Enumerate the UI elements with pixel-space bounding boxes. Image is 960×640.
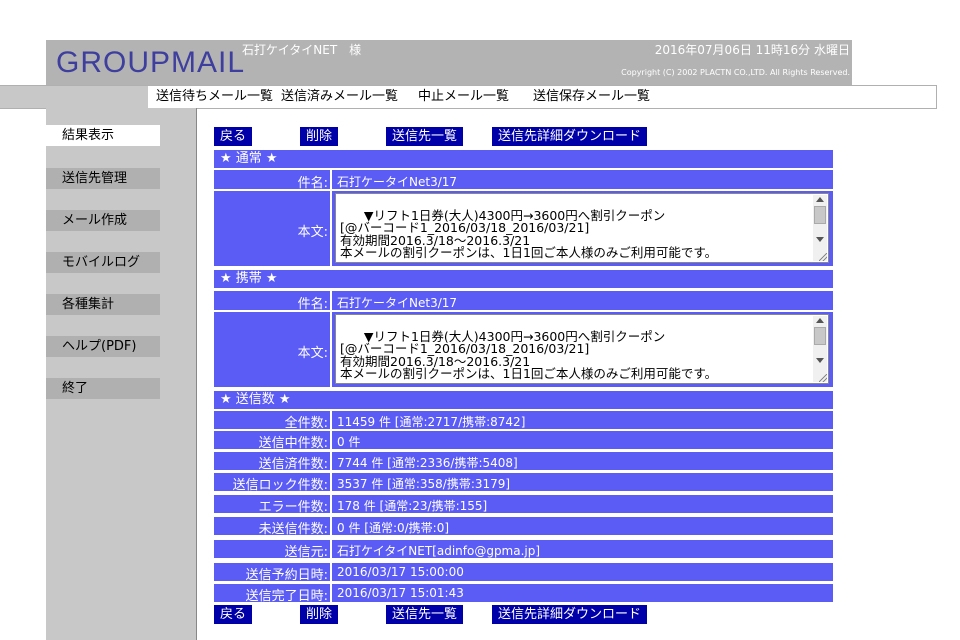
sender-row: 送信元: 石打ケイタイNET[adinfo@gpma.jp] <box>214 540 833 560</box>
count-value: 0 件 [通常:0/携帯:0] <box>337 521 450 535</box>
count-value: 0 件 <box>337 435 361 449</box>
normal-subject-value: 石打ケータイNet3/17 <box>337 175 458 189</box>
textarea-scrollbar[interactable] <box>813 195 827 261</box>
back-button[interactable]: 戻る <box>214 605 253 624</box>
company-name: 石打ケイタイNET 様 <box>242 43 362 57</box>
delete-button[interactable]: 削除 <box>300 605 339 624</box>
tab-pending-mail[interactable]: 送信待ちメール一覧 <box>156 89 273 105</box>
cell-divider <box>330 540 332 558</box>
scheduled-time-label: 送信予約日時: <box>245 568 328 583</box>
cell-divider <box>330 170 332 189</box>
count-label: 送信中件数: <box>258 436 328 451</box>
count-row: エラー件数: 178 件 [通常:23/携帯:155] <box>214 495 833 515</box>
recipient-list-button[interactable]: 送信先一覧 <box>386 605 464 624</box>
scheduled-time-row: 送信予約日時: 2016/03/17 15:00:00 <box>214 563 833 583</box>
section-heading-normal: ★ 通常 ★ <box>214 150 833 168</box>
cell-divider <box>330 291 332 310</box>
subject-label: 件名: <box>297 297 328 312</box>
scroll-up-icon[interactable] <box>816 318 824 323</box>
scroll-up-icon[interactable] <box>816 197 824 202</box>
cell-divider <box>330 452 332 470</box>
sidebar-item-compose[interactable]: メール作成 <box>46 210 160 231</box>
section-heading-mobile: ★ 携帯 ★ <box>214 270 833 288</box>
count-value: 178 件 [通常:23/携帯:155] <box>337 499 488 513</box>
count-row: 送信中件数: 0 件 <box>214 431 833 451</box>
sidebar-item-results[interactable]: 結果表示 <box>46 125 160 146</box>
sender-label: 送信元: <box>284 545 328 560</box>
cell-divider <box>330 563 332 581</box>
sidebar: 結果表示 送信先管理 メール作成 モバイルログ 各種集計 ヘルプ(PDF) 終了 <box>46 108 197 640</box>
cell-divider <box>330 584 332 602</box>
recipient-download-button[interactable]: 送信先詳細ダウンロード <box>492 127 648 146</box>
sender-value: 石打ケイタイNET[adinfo@gpma.jp] <box>337 544 541 558</box>
mobile-body-text: ▼リフト1日券(大人)4300円→3600円へ割引クーポン [@バーコード1_2… <box>340 328 718 381</box>
sidebar-item-exit[interactable]: 終了 <box>46 378 160 399</box>
recipient-list-button[interactable]: 送信先一覧 <box>386 127 464 146</box>
sidebar-item-recipients[interactable]: 送信先管理 <box>46 168 160 189</box>
completed-time-value: 2016/03/17 15:01:43 <box>337 586 464 600</box>
cell-divider <box>330 473 332 491</box>
normal-subject-row: 件名: 石打ケータイNet3/17 <box>214 170 833 191</box>
resize-handle-icon[interactable] <box>819 374 827 382</box>
scheduled-time-value: 2016/03/17 15:00:00 <box>337 565 464 579</box>
count-row: 未送信件数: 0 件 [通常:0/携帯:0] <box>214 517 833 537</box>
sidebar-item-statistics[interactable]: 各種集計 <box>46 294 160 315</box>
mobile-subject-value: 石打ケータイNet3/17 <box>337 296 458 310</box>
cell-divider <box>330 312 332 387</box>
count-value: 3537 件 [通常:358/携帯:3179] <box>337 477 511 491</box>
cell-divider <box>330 431 332 449</box>
tab-saved-mail[interactable]: 送信保存メール一覧 <box>533 89 650 105</box>
body-label: 本文: <box>297 346 328 361</box>
count-row: 送信ロック件数: 3537 件 [通常:358/携帯:3179] <box>214 473 833 493</box>
count-label: 全件数: <box>284 416 328 431</box>
scroll-thumb[interactable] <box>814 327 826 345</box>
normal-body-row: 本文: ▼リフト1日券(大人)4300円→3600円へ割引クーポン [@バーコー… <box>214 191 833 266</box>
completed-time-label: 送信完了日時: <box>245 589 328 604</box>
cell-divider <box>330 191 332 266</box>
section-heading-counts: ★ 送信数 ★ <box>214 391 833 409</box>
count-label: エラー件数: <box>258 500 328 515</box>
count-value: 7744 件 [通常:2336/携帯:5408] <box>337 456 518 470</box>
body-label: 本文: <box>297 225 328 240</box>
back-button[interactable]: 戻る <box>214 127 253 146</box>
recipient-download-button[interactable]: 送信先詳細ダウンロード <box>492 605 648 624</box>
mobile-subject-row: 件名: 石打ケータイNet3/17 <box>214 291 833 312</box>
cell-divider <box>330 495 332 513</box>
sidebar-item-mobile-log[interactable]: モバイルログ <box>46 252 160 273</box>
completed-time-row: 送信完了日時: 2016/03/17 15:01:43 <box>214 584 833 604</box>
cell-divider <box>330 411 332 429</box>
count-value: 11459 件 [通常:2717/携帯:8742] <box>337 415 526 429</box>
scroll-down-icon[interactable] <box>816 358 824 363</box>
count-row: 送信済件数: 7744 件 [通常:2336/携帯:5408] <box>214 452 833 472</box>
count-row: 全件数: 11459 件 [通常:2717/携帯:8742] <box>214 411 833 431</box>
tab-cancelled-mail[interactable]: 中止メール一覧 <box>418 89 509 105</box>
tab-bar: 送信待ちメール一覧 送信済みメール一覧 中止メール一覧 送信保存メール一覧 <box>0 85 937 109</box>
header-bar: GROUPMAIL 石打ケイタイNET 様 2016年07月06日 11時16分… <box>46 40 852 85</box>
app-logo: GROUPMAIL <box>56 46 246 79</box>
delete-button[interactable]: 削除 <box>300 127 339 146</box>
textarea-scrollbar[interactable] <box>813 316 827 382</box>
mobile-body-textarea[interactable]: ▼リフト1日券(大人)4300円→3600円へ割引クーポン [@バーコード1_2… <box>335 314 829 384</box>
normal-body-textarea[interactable]: ▼リフト1日券(大人)4300円→3600円へ割引クーポン [@バーコード1_2… <box>335 193 829 263</box>
resize-handle-icon[interactable] <box>819 253 827 261</box>
tab-sent-mail[interactable]: 送信済みメール一覧 <box>281 89 398 105</box>
mobile-body-row: 本文: ▼リフト1日券(大人)4300円→3600円へ割引クーポン [@バーコー… <box>214 312 833 387</box>
subject-label: 件名: <box>297 176 328 191</box>
count-label: 未送信件数: <box>258 522 328 537</box>
cell-divider <box>330 517 332 535</box>
normal-body-text: ▼リフト1日券(大人)4300円→3600円へ割引クーポン [@バーコード1_2… <box>340 207 718 260</box>
count-label: 送信済件数: <box>258 457 328 472</box>
sidebar-item-help[interactable]: ヘルプ(PDF) <box>46 336 160 357</box>
copyright-notice: Copyright (C) 2002 PLACTN CO.,LTD. All R… <box>621 68 850 77</box>
tab-bar-spacer <box>0 86 148 108</box>
count-label: 送信ロック件数: <box>232 478 328 493</box>
scroll-down-icon[interactable] <box>816 237 824 242</box>
scroll-thumb[interactable] <box>814 206 826 224</box>
current-datetime: 2016年07月06日 11時16分 水曜日 <box>654 43 850 57</box>
